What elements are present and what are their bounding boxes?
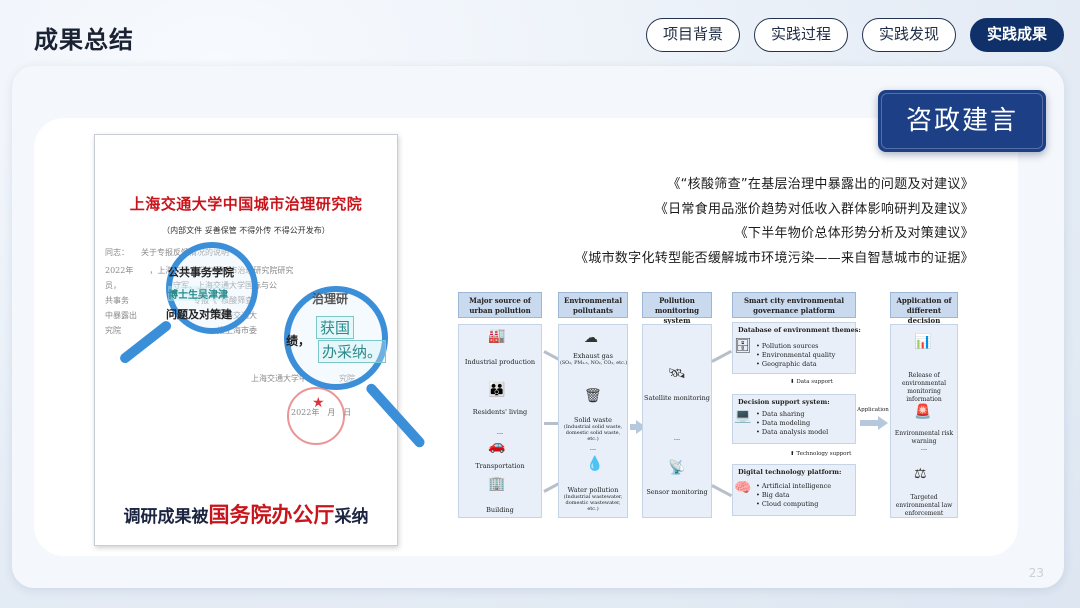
monitoring-label: Sensor monitoring bbox=[646, 488, 708, 496]
source-label: Industrial production bbox=[464, 358, 536, 366]
data-support-label: ⬇ Data support bbox=[790, 379, 833, 385]
monitoring-ellipsis: ... bbox=[673, 434, 681, 442]
scenario-label: Release of environmental monitoring info… bbox=[901, 372, 947, 403]
monitoring-label: Satellite monitoring bbox=[644, 394, 710, 402]
document-caption: 调研成果被国务院办公厅采纳 bbox=[95, 499, 397, 529]
pollutant-name: Water pollution bbox=[567, 486, 619, 494]
pollutant-detail: (Industrial solid waste, domestic solid … bbox=[563, 424, 623, 442]
diagram-column-header: Environmental pollutants bbox=[558, 292, 628, 318]
dss-item-label: Data modeling bbox=[761, 419, 811, 427]
tab-project-background[interactable]: 项目背景 bbox=[645, 18, 740, 52]
smart-city-governance-diagram: Major source of urban pollution 🏭 Indust… bbox=[456, 290, 960, 520]
water-pollution-icon: 💧 bbox=[586, 456, 604, 472]
magnified-dept: 公共事务学院 bbox=[168, 266, 234, 279]
pollutant-name: Solid waste bbox=[574, 416, 612, 424]
dss-item-label: Data sharing bbox=[761, 410, 805, 418]
connector-line bbox=[711, 349, 733, 363]
flow-arrow-head bbox=[878, 416, 888, 430]
advice-title: 《城市数字化转型能否缓解城市环境污染——来自智慧城市的证据》 bbox=[574, 250, 974, 266]
document-subtitle: （内部文件 妥善保管 不得外传 不得公开发布） bbox=[162, 226, 330, 235]
scenario-label: Targeted environmental law enforcement bbox=[895, 494, 953, 517]
document-line: 同志： 关于专报反馈情况的说明 bbox=[105, 248, 229, 257]
technology-support-text: Technology support bbox=[796, 451, 852, 457]
magnified-ji: 绩， bbox=[286, 334, 311, 348]
scenarios-box bbox=[890, 324, 958, 518]
law-enforcement-icon: ⚖ bbox=[914, 466, 927, 482]
tab-practice-results[interactable]: 实践成果 bbox=[969, 18, 1064, 52]
exhaust-gas-icon: ☁ bbox=[584, 330, 598, 346]
database-item-label: Environmental quality bbox=[761, 351, 836, 359]
connector-line bbox=[711, 484, 733, 498]
caption-highlight: 国务院办公厅 bbox=[208, 503, 335, 527]
pollutant-detail: (SO₂, PM₂.₅, NO₂, CO₂, etc.) bbox=[560, 361, 628, 366]
source-label: Building bbox=[486, 506, 514, 514]
pollutant-detail: (Industrial wastewater, domestic wastewa… bbox=[563, 494, 623, 512]
dtp-item-label: Cloud computing bbox=[761, 500, 819, 508]
policy-advice-banner: 咨政建言 bbox=[878, 90, 1046, 152]
advice-title: 《“核酸筛查”在基层治理中暴露出的问题及对建议》 bbox=[667, 177, 974, 192]
source-label: Residents' living bbox=[472, 408, 528, 416]
magnified-topic: 问题及对策建 bbox=[166, 308, 232, 321]
technology-support-label: ⬆ Technology support bbox=[790, 451, 852, 457]
dss-title: Decision support system: bbox=[738, 398, 830, 406]
data-support-text: Data support bbox=[796, 379, 833, 385]
network-icon: 🧠 bbox=[734, 480, 752, 496]
building-icon: 🏢 bbox=[488, 476, 506, 492]
dss-item: • Data sharing bbox=[756, 410, 805, 418]
magnified-accept-2: 办采纳。 bbox=[318, 340, 387, 363]
dtp-item: • Cloud computing bbox=[756, 500, 819, 508]
dtp-item: • Artificial intelligence bbox=[756, 482, 832, 490]
database-item-label: Geographic data bbox=[761, 360, 817, 368]
database-item: • Pollution sources bbox=[756, 342, 819, 350]
diagram-column-header: Application of different decision scenar… bbox=[890, 292, 958, 335]
document-header: 上海交通大学中国城市治理研究院 bbox=[129, 195, 363, 213]
source-ellipsis: ... bbox=[496, 428, 504, 436]
database-item: • Geographic data bbox=[756, 360, 817, 368]
application-label: Application bbox=[857, 407, 889, 413]
magnified-accept-1: 获国 bbox=[316, 316, 355, 339]
computer-icon: 💻 bbox=[734, 408, 752, 424]
flow-arrow bbox=[860, 420, 878, 426]
sensor-icon: 📡 bbox=[668, 460, 686, 476]
database-icon: 🗄 bbox=[734, 338, 752, 354]
section-nav: 项目背景 实践过程 实践发现 实践成果 bbox=[645, 18, 1064, 52]
seal-star-icon: ★ bbox=[312, 395, 325, 411]
dss-item-label: Data analysis model bbox=[761, 428, 829, 436]
database-title: Database of environment themes: bbox=[738, 326, 861, 334]
magnified-govern: 治理研 bbox=[312, 292, 349, 306]
database-item-label: Pollution sources bbox=[761, 342, 819, 350]
satellite-icon: 🛰 bbox=[668, 366, 686, 382]
dss-item: • Data modeling bbox=[756, 419, 811, 427]
transportation-icon: 🚗 bbox=[488, 438, 506, 454]
magnified-name: 博士生吴津津 bbox=[168, 286, 228, 301]
tab-practice-findings[interactable]: 实践发现 bbox=[861, 18, 956, 52]
tab-practice-process[interactable]: 实践过程 bbox=[753, 18, 848, 52]
dtp-item-label: Big data bbox=[761, 491, 790, 499]
residents-icon: 👪 bbox=[488, 382, 506, 398]
source-label: Transportation bbox=[475, 462, 525, 470]
pollutant-ellipsis: ... bbox=[589, 444, 597, 452]
database-item: • Environmental quality bbox=[756, 351, 836, 359]
advice-title: 《下半年物价总体形势分析及对策建议》 bbox=[734, 226, 974, 241]
caption-prefix: 调研成果被 bbox=[123, 507, 209, 527]
dtp-title: Digital technology platform: bbox=[738, 468, 842, 476]
dtp-item: • Big data bbox=[756, 491, 790, 499]
page-title: 成果总结 bbox=[34, 26, 134, 54]
diagram-column-header: Major source of urban pollution bbox=[458, 292, 542, 318]
diagram-column-header: Pollution monitoring system bbox=[642, 292, 712, 325]
dss-item: • Data analysis model bbox=[756, 428, 829, 436]
factory-icon: 🏭 bbox=[488, 328, 506, 344]
alarm-icon: 🚨 bbox=[914, 404, 932, 420]
pollutant-name: Exhaust gas bbox=[572, 352, 614, 360]
solid-waste-icon: 🗑 bbox=[584, 388, 602, 404]
scenario-ellipsis: ... bbox=[920, 444, 928, 452]
advice-titles-list: 《“核酸筛查”在基层治理中暴露出的问题及对建议》 《日常食用品涨价趋势对低收入群… bbox=[575, 173, 974, 271]
dtp-item-label: Artificial intelligence bbox=[761, 482, 832, 490]
advice-title: 《日常食用品涨价趋势对低收入群体影响研判及建议》 bbox=[654, 201, 974, 217]
diagram-column-header: Smart city environmental governance plat… bbox=[732, 292, 856, 318]
connector-line bbox=[544, 422, 558, 425]
presentation-icon: 📊 bbox=[914, 334, 932, 350]
caption-suffix: 采纳 bbox=[334, 507, 369, 527]
page-number: 23 bbox=[1028, 566, 1044, 580]
